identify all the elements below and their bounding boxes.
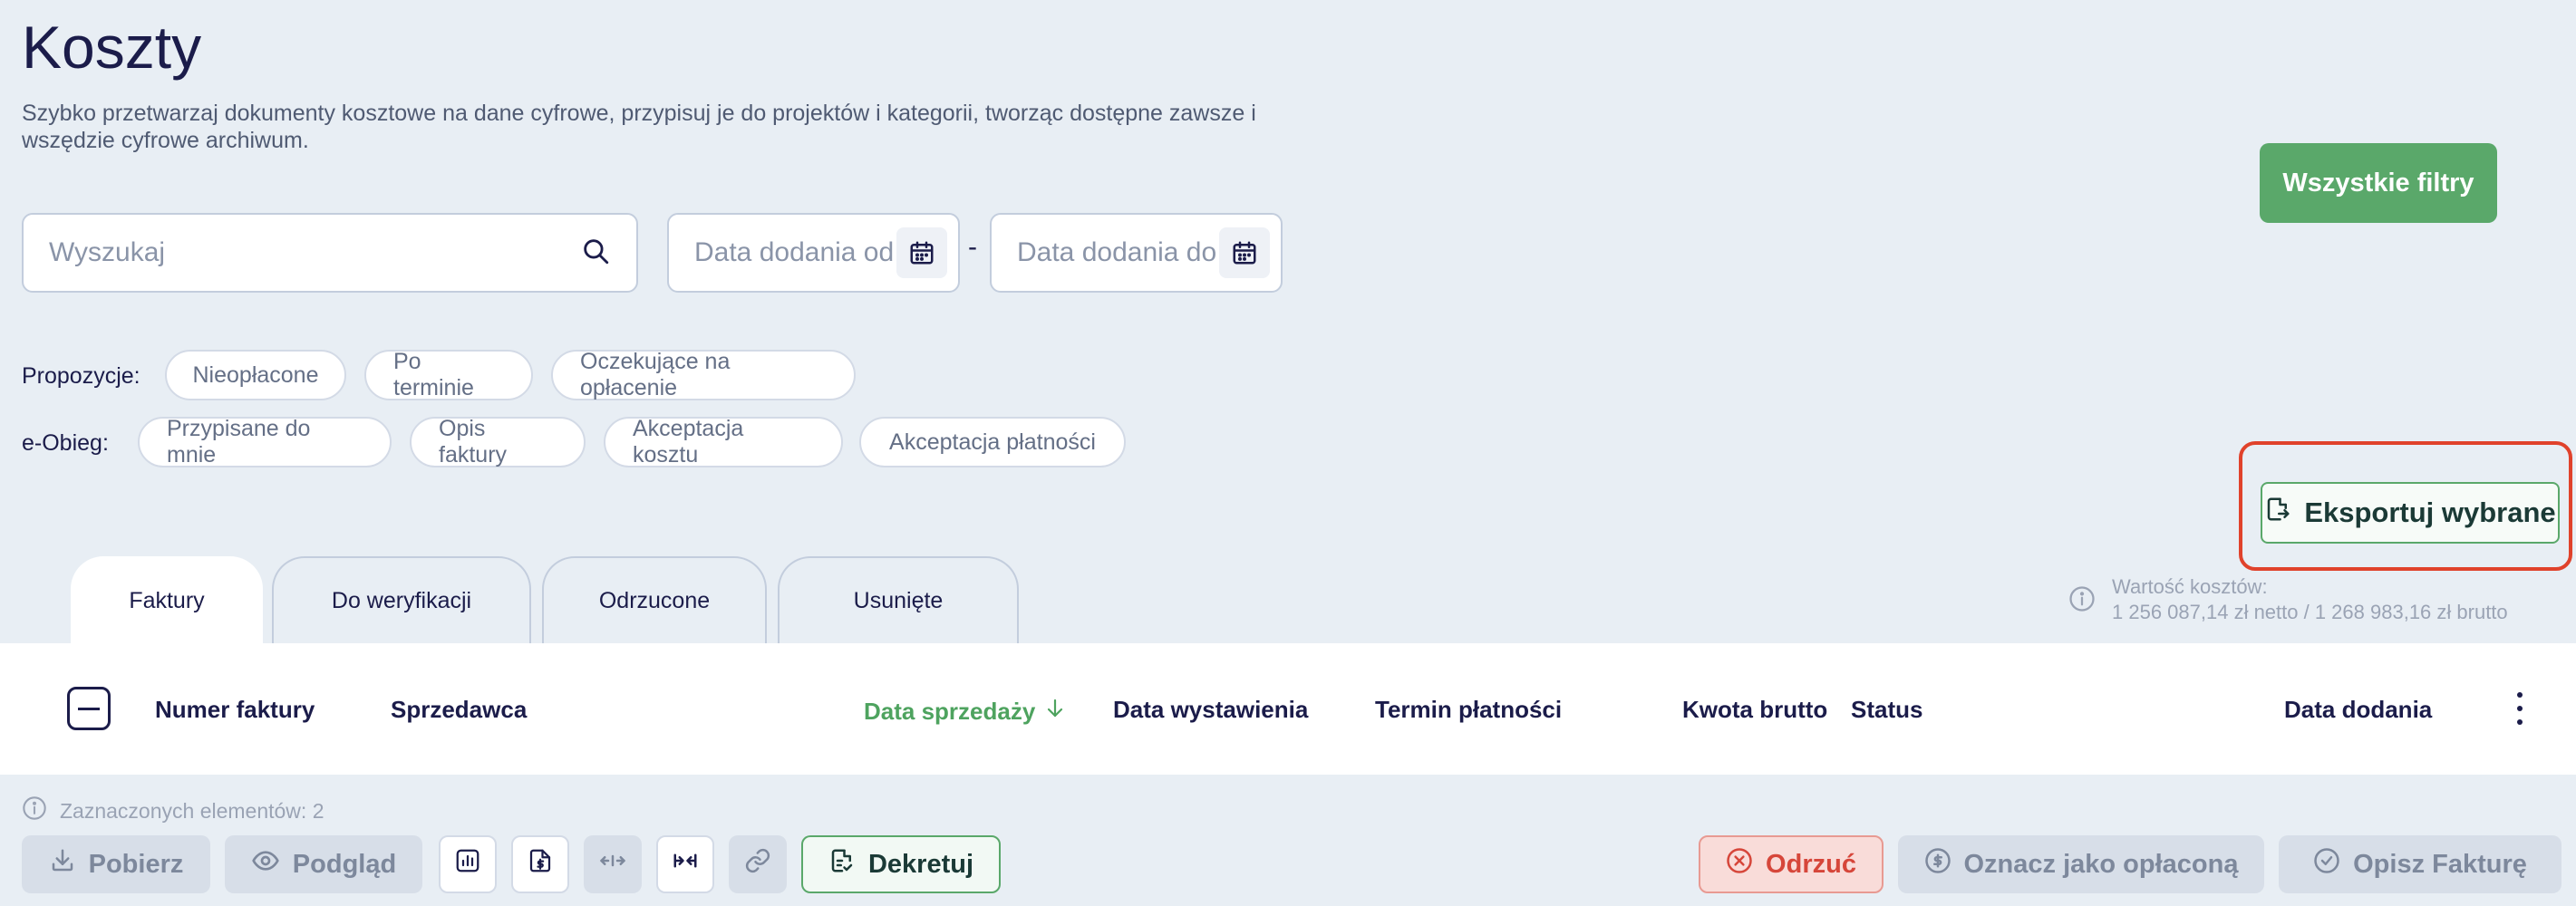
arrows-split-icon xyxy=(599,847,626,882)
date-from-placeholder: Data dodania od xyxy=(694,237,894,268)
search-placeholder: Wyszukaj xyxy=(49,237,165,268)
date-to-input[interactable]: Data dodania do xyxy=(990,213,1283,293)
all-filters-button[interactable]: Wszystkie filtry xyxy=(2260,143,2497,223)
bar-chart-icon xyxy=(454,847,481,882)
chip-cost-acceptance[interactable]: Akceptacja kosztu xyxy=(604,417,843,467)
chip-assigned-to-me[interactable]: Przypisane do mnie xyxy=(138,417,392,467)
column-status[interactable]: Status xyxy=(1851,696,1922,724)
page-title: Koszty xyxy=(22,13,201,82)
column-sale-date[interactable]: Data sprzedaży xyxy=(864,696,1066,728)
column-date-added[interactable]: Data dodania xyxy=(2284,696,2432,724)
decree-button[interactable]: Dekretuj xyxy=(801,835,1001,893)
chip-payment-acceptance[interactable]: Akceptacja płatności xyxy=(859,417,1126,467)
export-selected-button[interactable]: Eksportuj wybrane xyxy=(2261,482,2560,544)
merge-button[interactable] xyxy=(656,835,714,893)
column-gross-amount[interactable]: Kwota brutto xyxy=(1682,696,1827,724)
dollar-circle-icon xyxy=(1924,847,1951,882)
kebab-menu-icon[interactable] xyxy=(2511,692,2529,725)
column-sale-date-label: Data sprzedaży xyxy=(864,698,1035,726)
reject-label: Odrzuć xyxy=(1766,850,1856,880)
tab-invoices[interactable]: Faktury xyxy=(71,556,263,643)
chip-invoice-description[interactable]: Opis faktury xyxy=(410,417,586,467)
report-button[interactable] xyxy=(439,835,497,893)
column-issue-date[interactable]: Data wystawienia xyxy=(1113,696,1308,724)
split-button[interactable] xyxy=(584,835,642,893)
column-invoice-number[interactable]: Numer faktury xyxy=(155,696,315,724)
info-icon xyxy=(22,795,47,826)
suggestions-label: Propozycje: xyxy=(22,363,140,390)
link-button[interactable] xyxy=(729,835,787,893)
tab-rejected[interactable]: Odrzucone xyxy=(542,556,767,643)
chip-awaiting-payment[interactable]: Oczekujące na opłacenie xyxy=(551,350,856,400)
cost-summary: Wartość kosztów: 1 256 087,14 zł netto /… xyxy=(2068,574,2508,625)
export-file-icon xyxy=(2264,496,2291,530)
download-button[interactable]: Pobierz xyxy=(22,835,210,893)
mark-paid-label: Oznacz jako opłaconą xyxy=(1964,850,2239,880)
dollar-file-icon xyxy=(527,847,554,882)
info-icon xyxy=(2068,585,2096,619)
date-from-input[interactable]: Data dodania od xyxy=(667,213,960,293)
column-seller[interactable]: Sprzedawca xyxy=(391,696,527,724)
date-separator: - xyxy=(968,232,977,263)
select-all-checkbox[interactable] xyxy=(67,687,111,730)
describe-invoice-label: Opisz Fakturę xyxy=(2353,850,2527,880)
tab-deleted[interactable]: Usunięte xyxy=(778,556,1019,643)
chip-unpaid[interactable]: Nieopłacone xyxy=(165,350,346,400)
reject-button[interactable]: Odrzuć xyxy=(1699,835,1884,893)
decree-file-icon xyxy=(828,847,856,882)
search-icon[interactable] xyxy=(580,236,611,271)
check-circle-icon xyxy=(2313,847,2340,882)
financial-document-button[interactable] xyxy=(511,835,569,893)
selected-count: Zaznaczonych elementów: 2 xyxy=(22,795,324,826)
page-description: Szybko przetwarzaj dokumenty kosztowe na… xyxy=(22,100,1309,154)
preview-label: Podgląd xyxy=(293,850,396,880)
calendar-icon[interactable] xyxy=(896,227,947,278)
cost-summary-value: 1 256 087,14 zł netto / 1 268 983,16 zł … xyxy=(2112,600,2508,625)
mark-paid-button[interactable]: Oznacz jako opłaconą xyxy=(1898,835,2264,893)
describe-invoice-button[interactable]: Opisz Fakturę xyxy=(2279,835,2561,893)
link-icon xyxy=(744,847,771,882)
search-input[interactable]: Wyszukaj xyxy=(22,213,638,293)
download-icon xyxy=(49,847,76,882)
download-label: Pobierz xyxy=(89,850,184,880)
cost-summary-label: Wartość kosztów: xyxy=(2112,574,2508,600)
sort-arrow-down-icon xyxy=(1044,696,1066,728)
column-payment-due[interactable]: Termin płatności xyxy=(1375,696,1562,724)
eflow-label: e-Obieg: xyxy=(22,430,109,457)
tab-to-verify[interactable]: Do weryfikacji xyxy=(272,556,531,643)
reject-x-icon xyxy=(1726,847,1753,882)
decree-label: Dekretuj xyxy=(868,850,973,880)
arrows-merge-icon xyxy=(672,847,699,882)
export-selected-label: Eksportuj wybrane xyxy=(2304,496,2555,529)
chip-overdue[interactable]: Po terminie xyxy=(364,350,533,400)
preview-button[interactable]: Podgląd xyxy=(225,835,422,893)
calendar-icon[interactable] xyxy=(1219,227,1270,278)
eye-icon xyxy=(251,846,280,882)
selected-count-label: Zaznaczonych elementów: 2 xyxy=(60,799,324,824)
date-to-placeholder: Data dodania do xyxy=(1017,237,1216,268)
